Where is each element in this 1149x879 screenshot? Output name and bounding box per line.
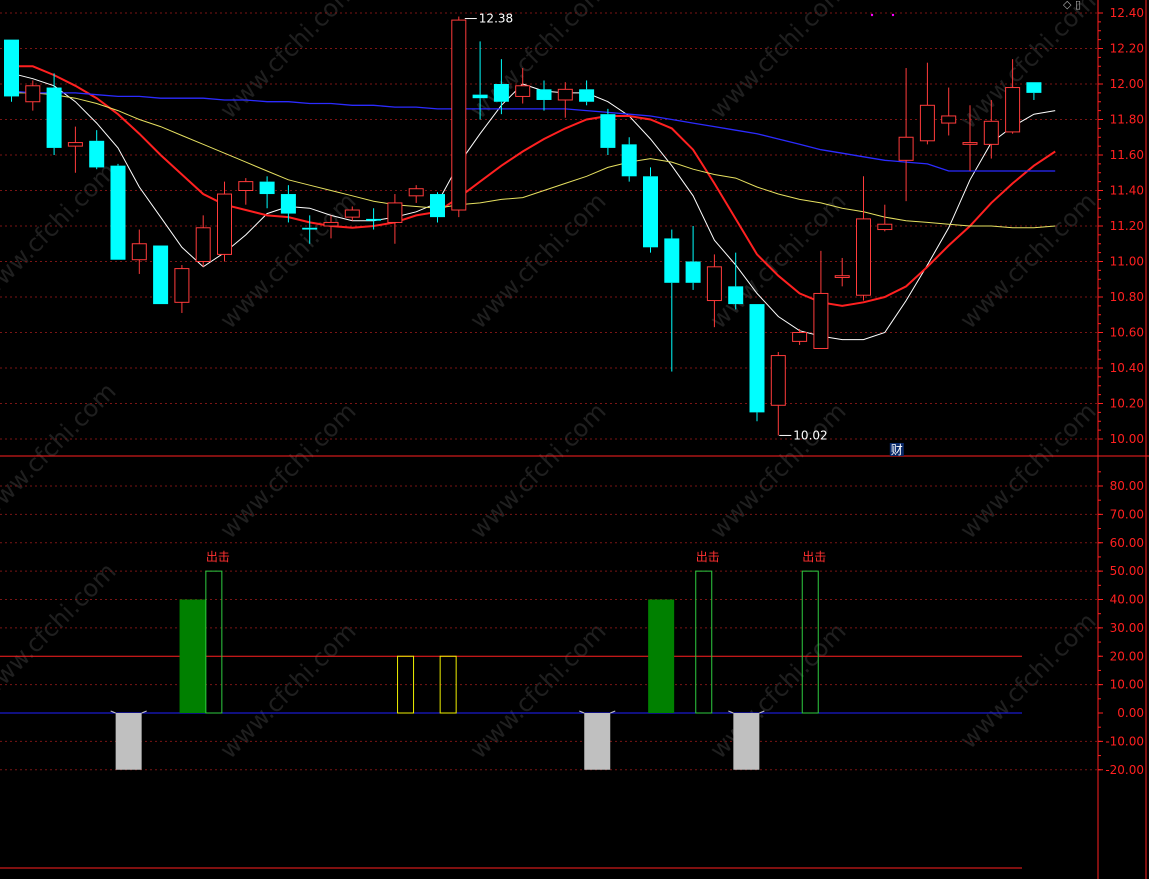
indicator-tick-label: -20.00 xyxy=(1105,763,1144,777)
candle-body-down[interactable] xyxy=(664,238,680,283)
candle-body-up[interactable] xyxy=(941,115,957,124)
candle-body-up[interactable] xyxy=(557,88,573,101)
candle-body-up[interactable] xyxy=(67,142,83,147)
candle-body-up[interactable] xyxy=(983,120,999,145)
price-tick-label: 10.60 xyxy=(1110,326,1144,340)
price-tick-label: 11.60 xyxy=(1110,148,1144,162)
signal-bar-gray[interactable] xyxy=(733,713,760,770)
candle-body-up[interactable] xyxy=(706,266,722,302)
price-tick-label: 11.40 xyxy=(1110,184,1144,198)
price-tick-label: 10.20 xyxy=(1110,397,1144,411)
price-tick-label: 12.20 xyxy=(1110,42,1144,56)
indicator-dot xyxy=(870,13,874,17)
price-tick-label: 10.80 xyxy=(1110,290,1144,304)
candle-body-up[interactable] xyxy=(131,243,147,261)
candle-body-down[interactable] xyxy=(110,165,126,260)
candle-body-down[interactable] xyxy=(259,181,275,195)
signal-label: 出击 xyxy=(802,550,826,564)
price-tick-label: 11.20 xyxy=(1110,219,1144,233)
candle-body-down[interactable] xyxy=(600,114,616,148)
indicator-tick-label: 70.00 xyxy=(1110,507,1144,521)
indicator-dot xyxy=(891,13,895,17)
stock-chart[interactable]: www.cfchi.comwww.cfchi.comwww.cfchi.comw… xyxy=(0,0,1149,879)
candle-body-down[interactable] xyxy=(153,245,169,305)
candle-body-up[interactable] xyxy=(834,275,850,278)
price-tick-label: 12.40 xyxy=(1110,6,1144,20)
candle-body-down[interactable] xyxy=(728,286,744,305)
candle-body-down[interactable] xyxy=(749,304,765,413)
candle-body-up[interactable] xyxy=(25,85,41,103)
candle-body-down[interactable] xyxy=(280,194,296,214)
indicator-tick-label: 40.00 xyxy=(1110,593,1144,607)
low-price-label: 10.02 xyxy=(793,428,827,442)
candle-body-up[interactable] xyxy=(898,136,914,161)
candle-body-down[interactable] xyxy=(366,218,382,221)
candle-body-down[interactable] xyxy=(472,94,488,99)
candle-body-up[interactable] xyxy=(451,19,467,211)
candle-body-up[interactable] xyxy=(515,85,531,97)
candle-body-up[interactable] xyxy=(238,181,254,191)
price-tick-label: 11.80 xyxy=(1110,113,1144,127)
cai-badge-label: 财 xyxy=(891,443,903,457)
candle-body-down[interactable] xyxy=(46,87,62,148)
indicator-tick-label: 20.00 xyxy=(1110,649,1144,663)
candle-body-up[interactable] xyxy=(770,355,786,406)
candle-body-up[interactable] xyxy=(1005,87,1021,133)
candle-body-up[interactable] xyxy=(962,142,978,145)
candle-body-down[interactable] xyxy=(685,261,701,283)
candle-body-up[interactable] xyxy=(387,202,403,223)
indicator-tick-label: -10.00 xyxy=(1105,734,1144,748)
candle-body-down[interactable] xyxy=(89,140,105,168)
signal-label: 出击 xyxy=(696,550,720,564)
candle-body-down[interactable] xyxy=(579,89,595,102)
candle-body-up[interactable] xyxy=(856,218,871,296)
indicator-tick-label: 0.00 xyxy=(1117,706,1144,720)
price-tick-label: 12.00 xyxy=(1110,77,1144,91)
indicator-tick-label: 60.00 xyxy=(1110,536,1144,550)
signal-label: 出击 xyxy=(206,550,230,564)
candle-body-down[interactable] xyxy=(536,89,552,100)
candle-body-down[interactable] xyxy=(493,84,509,102)
toolbar-icons[interactable]: ◇ ▯ xyxy=(1063,0,1081,11)
candle-body-up[interactable] xyxy=(217,193,232,255)
candle-body-up[interactable] xyxy=(408,188,424,197)
indicator-tick-label: 50.00 xyxy=(1110,564,1144,578)
signal-bar-gray[interactable] xyxy=(584,713,611,770)
candle-body-down[interactable] xyxy=(302,227,318,230)
candle-body-up[interactable] xyxy=(344,209,360,218)
indicator-tick-label: 80.00 xyxy=(1110,479,1144,493)
candle-body-down[interactable] xyxy=(4,39,19,97)
signal-bar-green[interactable] xyxy=(179,599,206,714)
high-price-label: 12.38 xyxy=(479,12,513,26)
signal-bar-gray[interactable] xyxy=(115,713,142,770)
candle-body-down[interactable] xyxy=(643,176,658,248)
candle-body-up[interactable] xyxy=(792,332,808,342)
candle-body-up[interactable] xyxy=(174,268,190,303)
indicator-tick-label: 30.00 xyxy=(1110,621,1144,635)
candle-body-up[interactable] xyxy=(323,221,339,227)
price-tick-label: 11.00 xyxy=(1110,255,1144,269)
indicator-tick-label: 10.00 xyxy=(1110,678,1144,692)
candle-body-down[interactable] xyxy=(430,194,445,218)
candle-body-up[interactable] xyxy=(919,104,935,142)
candle-body-down[interactable] xyxy=(621,144,637,177)
candle-body-up[interactable] xyxy=(813,292,829,349)
price-tick-label: 10.40 xyxy=(1110,361,1144,375)
price-tick-label: 10.00 xyxy=(1110,432,1144,446)
candle-body-up[interactable] xyxy=(195,227,211,262)
signal-bar-green[interactable] xyxy=(648,599,675,714)
candle-body-down[interactable] xyxy=(1026,82,1042,93)
candle-body-up[interactable] xyxy=(877,223,893,231)
